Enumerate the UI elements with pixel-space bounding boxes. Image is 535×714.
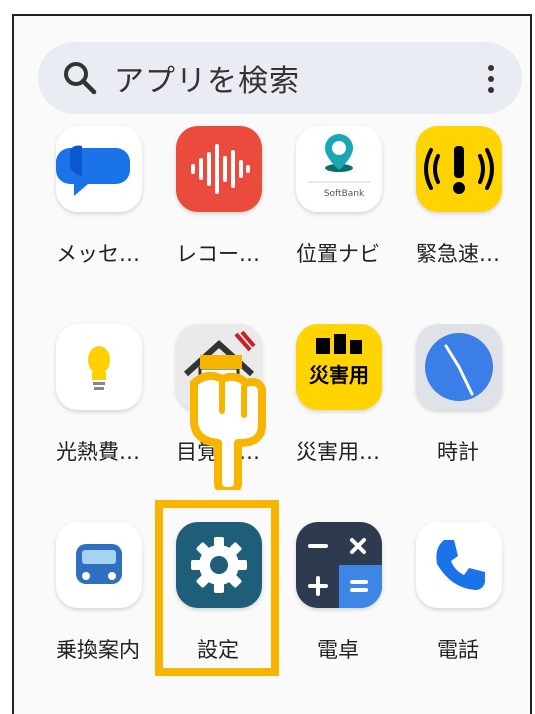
app-label: 設定 [197, 638, 239, 662]
app-label: 乗換案内 [56, 638, 140, 662]
app-emergency-alert[interactable]: 緊急速… [398, 126, 518, 296]
disaster-app-icon: 災害用 [296, 324, 382, 410]
transit-icon [56, 522, 142, 608]
app-disaster[interactable]: 災害用 災害用… [278, 324, 398, 494]
app-recorder[interactable]: レコー… [158, 126, 278, 296]
clock-icon [416, 324, 502, 410]
svg-text:災害用: 災害用 [309, 363, 369, 387]
pointing-hand-icon [190, 355, 266, 490]
app-label: 災害用… [296, 440, 380, 464]
app-label: 緊急速… [416, 242, 500, 266]
app-phone[interactable]: 電話 [398, 522, 518, 692]
recorder-icon [176, 126, 262, 212]
app-label: メッセ… [56, 242, 140, 266]
app-clock[interactable]: 時計 [398, 324, 518, 494]
app-messages[interactable]: メッセ… [38, 126, 158, 296]
app-label: 時計 [437, 440, 479, 464]
messages-icon [56, 126, 142, 212]
app-label: レコー… [176, 242, 260, 266]
app-label: 位置ナビ [296, 242, 380, 266]
search-icon [64, 62, 97, 95]
app-transit[interactable]: 乗換案内 [38, 522, 158, 692]
app-utility-cost[interactable]: 光熱費… [38, 324, 158, 494]
location-navi-icon: SoftBank [296, 126, 382, 212]
app-settings[interactable]: 設定 [158, 522, 278, 692]
svg-text:SoftBank: SoftBank [324, 189, 365, 199]
app-label: 光熱費… [56, 440, 140, 464]
app-search-bar[interactable]: アプリを検索 [38, 42, 522, 114]
more-options-icon[interactable] [486, 64, 496, 94]
app-calculator[interactable]: 電卓 [278, 522, 398, 692]
search-placeholder: アプリを検索 [114, 64, 300, 99]
lightbulb-icon [56, 324, 142, 410]
app-location-navi[interactable]: SoftBank 位置ナビ [278, 126, 398, 296]
app-label: 電話 [437, 638, 479, 662]
calculator-icon [296, 522, 382, 608]
emergency-alert-icon [416, 126, 502, 212]
phone-icon [416, 522, 502, 608]
app-label: 電卓 [317, 638, 359, 662]
gear-icon [176, 522, 262, 608]
